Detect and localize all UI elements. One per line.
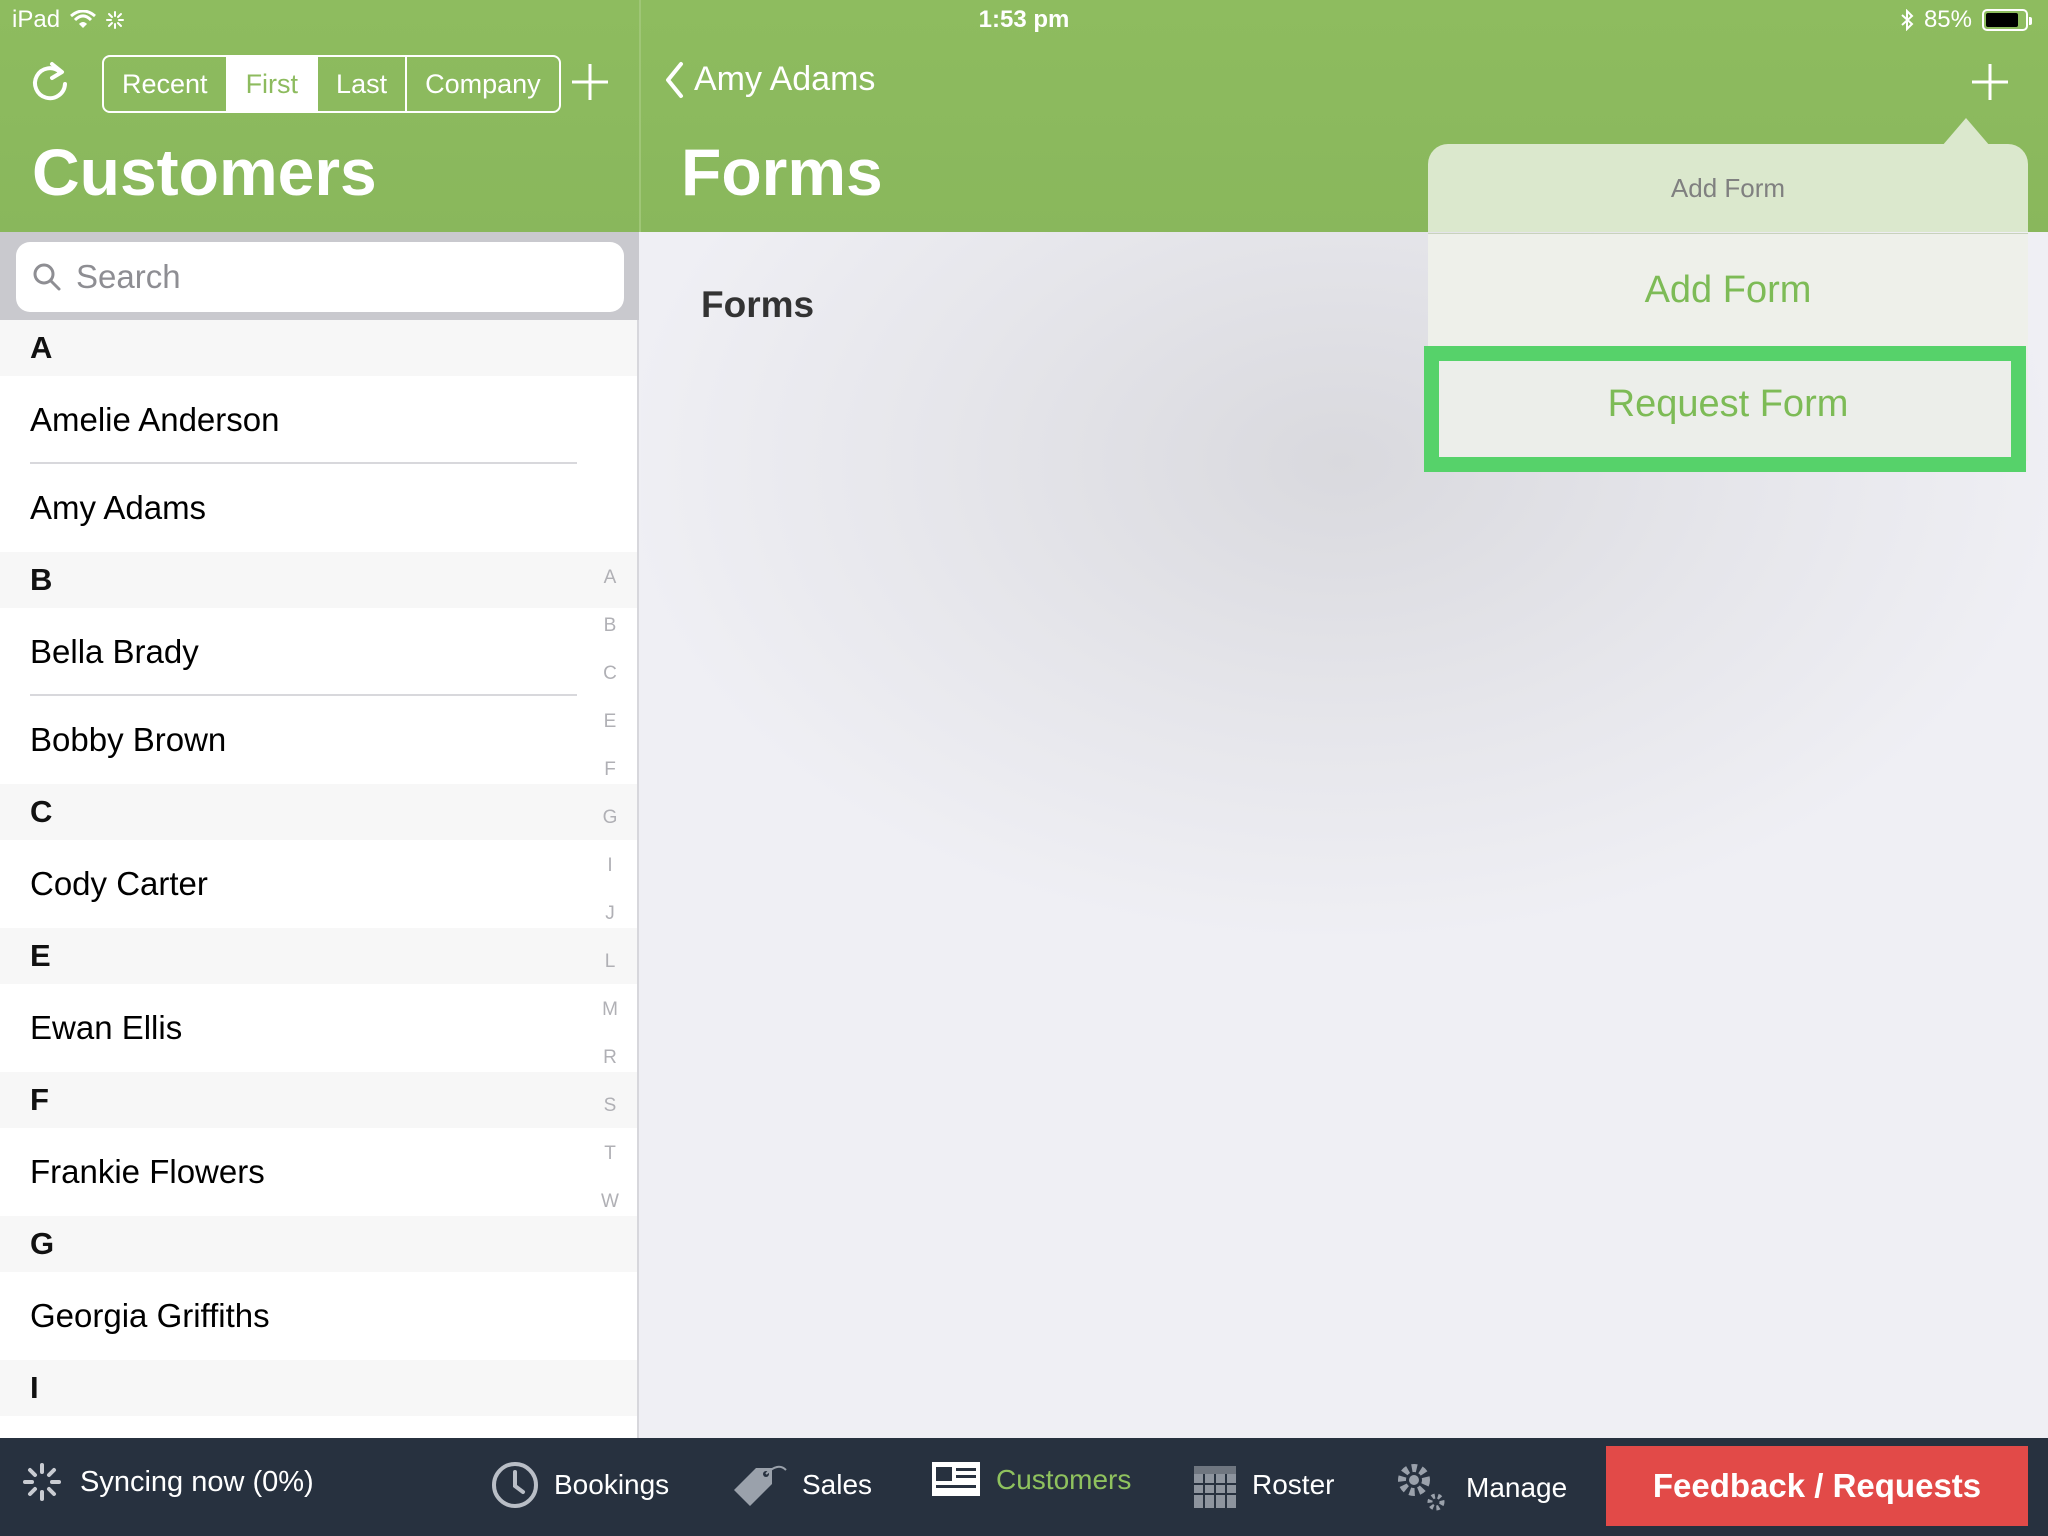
customers-title: Customers <box>32 135 377 209</box>
back-chevron-icon <box>666 61 683 98</box>
search-input[interactable] <box>74 257 594 297</box>
battery-icon <box>1982 9 2032 31</box>
search-field[interactable] <box>16 242 624 312</box>
status-bar: iPad 1:53 pm 85% <box>0 0 2048 42</box>
tab-label: Bookings <box>554 1469 670 1500</box>
index-letter[interactable]: A <box>604 554 617 602</box>
search-icon <box>33 263 61 291</box>
customer-row[interactable]: Bobby Brown <box>0 696 637 784</box>
index-letter[interactable]: E <box>604 698 617 746</box>
sync-spinner-icon <box>23 1463 61 1501</box>
popover-arrow <box>1942 118 1990 146</box>
add-form-plus-icon[interactable] <box>1968 60 2012 104</box>
section-header-c: C <box>0 784 637 840</box>
bottom-toolbar: Syncing now (0%) Bookings Sales Customer… <box>0 1438 2048 1536</box>
forms-section-label: Forms <box>701 284 815 325</box>
index-letter[interactable]: F <box>604 746 616 794</box>
index-letter[interactable]: I <box>607 842 612 890</box>
section-header-b: B <box>0 552 637 608</box>
back-label: Amy Adams <box>694 60 876 98</box>
sync-text: Syncing now (0%) <box>80 1465 314 1498</box>
segment-recent[interactable]: Recent <box>104 57 226 111</box>
customer-row[interactable]: Cody Carter <box>0 840 637 928</box>
section-header-f: F <box>0 1072 637 1128</box>
index-letter[interactable]: L <box>605 938 616 986</box>
index-letter[interactable]: B <box>604 602 617 650</box>
section-header-a: A <box>0 320 637 376</box>
bluetooth-icon <box>1901 9 1914 31</box>
forms-title: Forms <box>681 135 883 209</box>
section-header-g: G <box>0 1216 637 1272</box>
index-letter[interactable]: S <box>604 1082 617 1130</box>
feedback-requests-button[interactable]: Feedback / Requests <box>1606 1446 2028 1526</box>
gear-icon <box>1398 1464 1445 1511</box>
customer-row[interactable]: Georgia Griffiths <box>0 1272 637 1360</box>
refresh-icon[interactable] <box>26 58 74 106</box>
index-letter[interactable]: M <box>602 986 618 1034</box>
index-letter[interactable]: W <box>601 1178 619 1226</box>
section-header-i: I <box>0 1360 637 1416</box>
status-right: 85% <box>1900 6 2032 34</box>
price-tag-icon <box>734 1465 787 1506</box>
tab-label: Sales <box>802 1469 873 1500</box>
tab-label: Customers <box>996 1464 1132 1495</box>
tab-label: Manage <box>1466 1472 1568 1503</box>
customer-row[interactable]: Frankie Flowers <box>0 1128 637 1216</box>
customer-row[interactable]: Ewan Ellis <box>0 984 637 1072</box>
add-form-option[interactable]: Add Form <box>1428 233 2028 347</box>
customer-row[interactable]: Bella Brady <box>0 608 637 696</box>
popover-title: Add Form <box>1428 144 2028 232</box>
section-header-e: E <box>0 928 637 984</box>
index-letter[interactable]: J <box>605 890 615 938</box>
clock-icon <box>492 1462 538 1508</box>
tab-sales[interactable]: Sales <box>730 1460 872 1510</box>
request-form-highlight <box>1424 346 2026 472</box>
back-button[interactable]: Amy Adams <box>664 60 875 99</box>
customers-card-icon <box>932 1462 980 1496</box>
tab-bookings[interactable]: Bookings <box>490 1460 669 1510</box>
battery-percent: 85% <box>1923 6 1972 33</box>
add-customer-plus-icon[interactable] <box>568 60 612 104</box>
index-letter[interactable]: T <box>604 1130 616 1178</box>
tab-manage[interactable]: Manage <box>1392 1460 1567 1516</box>
tab-customers[interactable]: Customers <box>930 1460 1131 1500</box>
index-letter[interactable]: R <box>603 1034 617 1082</box>
index-letter[interactable]: G <box>603 794 618 842</box>
search-bar <box>0 232 639 320</box>
tab-label: Roster <box>1252 1469 1335 1500</box>
status-time: 1:53 pm <box>978 6 1070 33</box>
sort-segmented-control[interactable]: Recent First Last Company <box>102 55 561 113</box>
customer-row[interactable]: Amy Adams <box>0 464 637 552</box>
customer-row[interactable]: Amelie Anderson <box>0 376 637 464</box>
segment-first[interactable]: First <box>225 57 317 111</box>
segment-company[interactable]: Company <box>405 57 559 111</box>
calendar-icon <box>1194 1466 1236 1508</box>
tab-roster[interactable]: Roster <box>1192 1460 1334 1510</box>
customer-list[interactable]: A Amelie Anderson Amy Adams B Bella Brad… <box>0 320 639 1438</box>
battery-fill <box>1986 13 2018 27</box>
alphabet-index[interactable]: A B C E F G I J L M R S T W <box>596 554 624 1226</box>
sync-status: Syncing now (0%) <box>22 1462 314 1502</box>
index-letter[interactable]: C <box>603 650 617 698</box>
segment-last[interactable]: Last <box>316 57 405 111</box>
